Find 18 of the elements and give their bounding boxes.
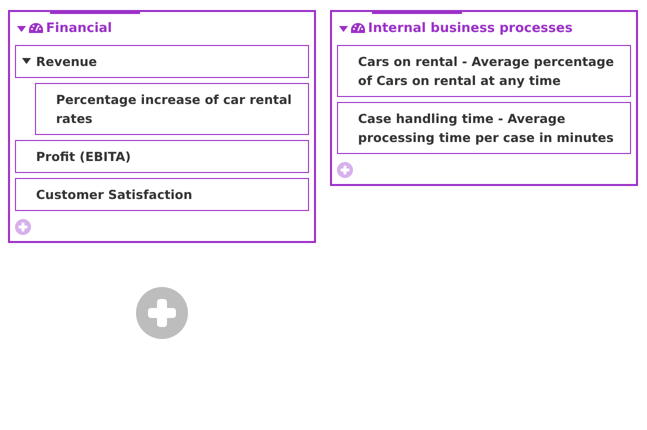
dashboard-icon <box>351 23 365 34</box>
tree-item[interactable]: Profit (EBITA) <box>15 140 309 172</box>
perspective-title[interactable]: Internal business processes <box>368 19 573 38</box>
caret-icon[interactable] <box>339 26 348 32</box>
drag-handle[interactable] <box>372 10 462 14</box>
tree-item[interactable]: Percentage increase of car rental rates <box>35 82 309 134</box>
perspective-title[interactable]: Financial <box>46 19 112 38</box>
tree-item[interactable]: Case handling time - Average processing time per case in minutes <box>337 102 631 154</box>
add-icon[interactable] <box>15 218 31 234</box>
dashboard-icon <box>29 23 43 34</box>
add-icon[interactable] <box>337 162 353 178</box>
tree-item[interactable]: Customer Satisfaction <box>15 178 309 210</box>
tree-item[interactable]: Revenue <box>15 44 309 78</box>
add-icon[interactable] <box>136 286 188 338</box>
tree-item[interactable]: Cars on rental - Average percentage of Cars on rental at any time <box>337 44 631 96</box>
drag-handle[interactable] <box>50 10 140 14</box>
caret-icon[interactable] <box>17 26 26 32</box>
caret-icon[interactable] <box>22 58 31 64</box>
